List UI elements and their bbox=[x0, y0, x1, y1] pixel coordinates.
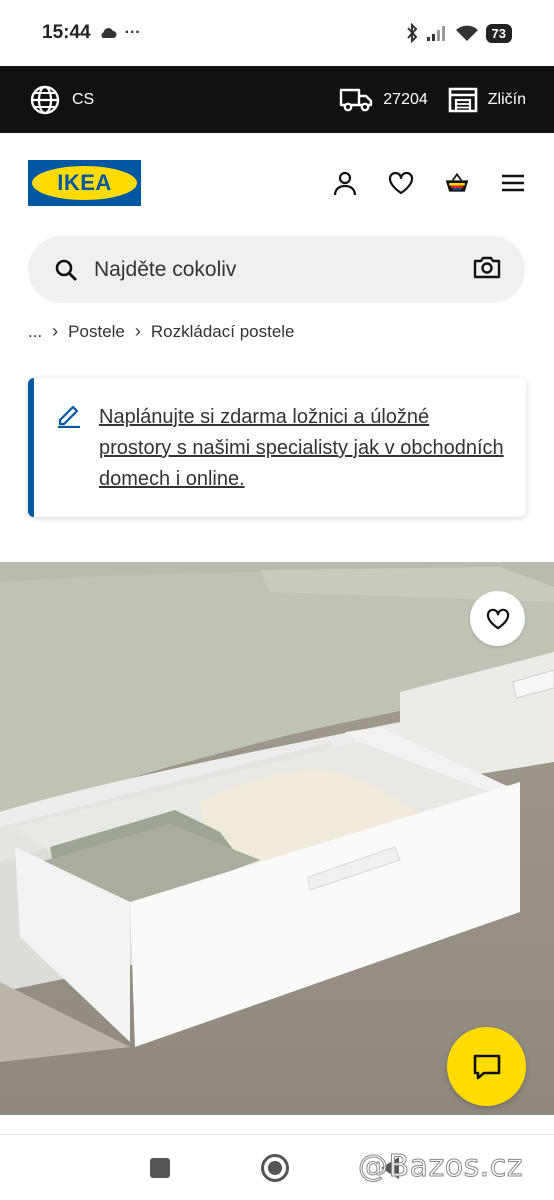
store-label: Zličín bbox=[487, 90, 526, 108]
status-right: 73 bbox=[405, 23, 512, 43]
cloud-icon bbox=[101, 28, 117, 38]
globe-icon bbox=[30, 85, 60, 114]
chat-button[interactable] bbox=[447, 1027, 526, 1106]
home-button[interactable] bbox=[261, 1154, 289, 1182]
basket-icon[interactable] bbox=[444, 170, 470, 196]
battery-indicator: 73 bbox=[485, 23, 512, 43]
breadcrumb-item-rozkladaci-postele[interactable]: Rozkládací postele bbox=[151, 322, 295, 342]
store-selector[interactable]: Zličín bbox=[448, 87, 526, 113]
breadcrumb: ... › Postele › Rozkládací postele bbox=[28, 321, 295, 342]
header-icons bbox=[332, 170, 526, 196]
chevron-right-icon: › bbox=[134, 321, 141, 341]
heart-icon[interactable] bbox=[388, 170, 414, 196]
status-more-dots: ··· bbox=[124, 24, 141, 41]
home-dot bbox=[268, 1161, 282, 1175]
pencil-icon bbox=[56, 402, 82, 517]
search-input[interactable]: Najděte cokoliv bbox=[94, 258, 236, 282]
chevron-right-icon: › bbox=[52, 321, 59, 341]
search-icon bbox=[55, 259, 77, 281]
bluetooth-icon bbox=[406, 23, 417, 43]
recent-apps-button[interactable] bbox=[150, 1158, 170, 1178]
site-header: IKEA bbox=[0, 133, 554, 233]
logo-text: IKEA bbox=[57, 170, 112, 195]
logo-oval: IKEA bbox=[32, 166, 137, 200]
wifi-icon bbox=[455, 25, 478, 41]
language-selector[interactable]: CS bbox=[30, 85, 94, 115]
system-nav-bar: @Bazos.cz bbox=[0, 1134, 554, 1200]
language-label: CS bbox=[72, 90, 95, 108]
delivery-postcode[interactable]: 27204 bbox=[339, 87, 428, 113]
camera-search-icon[interactable] bbox=[473, 255, 501, 284]
promo-link-text[interactable]: Naplánujte si zdarma ložnici a úložné pr… bbox=[99, 402, 506, 517]
watermark-text: @Bazos.cz bbox=[358, 1149, 523, 1185]
top-info-bar: CS 27204 Zličín bbox=[0, 66, 554, 133]
search-bar[interactable]: Najděte cokoliv bbox=[28, 236, 525, 303]
status-time: 15:44 bbox=[42, 22, 91, 43]
postcode-label: 27204 bbox=[383, 90, 428, 108]
status-left: 15:44 ··· bbox=[42, 22, 141, 44]
user-icon[interactable] bbox=[332, 170, 358, 196]
menu-icon[interactable] bbox=[500, 170, 526, 196]
status-bar: 15:44 ··· 73 bbox=[0, 0, 554, 66]
breadcrumb-item-postele[interactable]: Postele bbox=[68, 322, 125, 342]
topbar-right: 27204 Zličín bbox=[339, 87, 526, 113]
planning-promo-card[interactable]: Naplánujte si zdarma ložnici a úložné pr… bbox=[28, 378, 526, 517]
heart-icon bbox=[486, 608, 509, 629]
signal-icon bbox=[426, 26, 445, 41]
chat-bubble-icon bbox=[473, 1054, 500, 1079]
add-to-favorites-button[interactable] bbox=[470, 591, 525, 646]
store-icon bbox=[448, 87, 478, 112]
truck-icon bbox=[340, 88, 373, 111]
ikea-logo[interactable]: IKEA bbox=[28, 160, 141, 206]
breadcrumb-ellipsis[interactable]: ... bbox=[28, 322, 42, 342]
